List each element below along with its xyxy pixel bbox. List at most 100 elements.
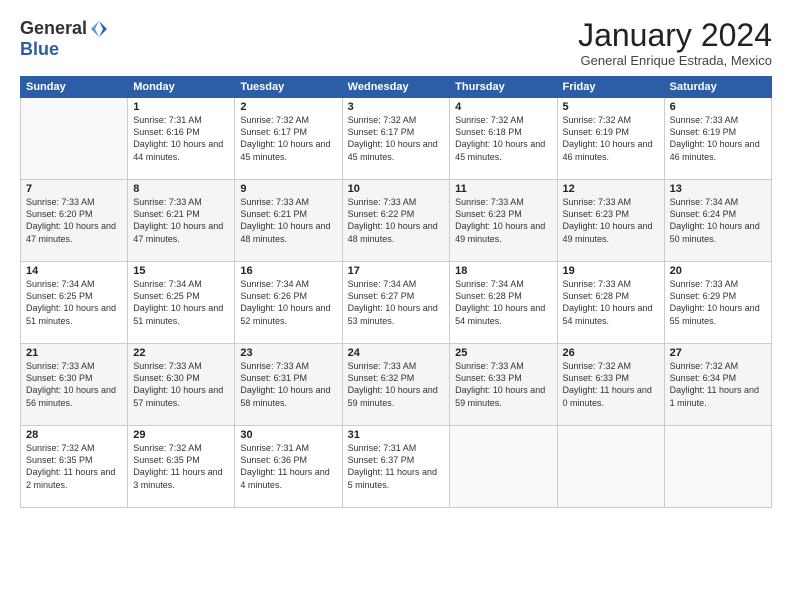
day-info: Sunrise: 7:34 AMSunset: 6:28 PMDaylight:…: [455, 278, 551, 327]
calendar-day-cell: 24Sunrise: 7:33 AMSunset: 6:32 PMDayligh…: [342, 344, 450, 426]
calendar-day-cell: 21Sunrise: 7:33 AMSunset: 6:30 PMDayligh…: [21, 344, 128, 426]
day-info: Sunrise: 7:33 AMSunset: 6:33 PMDaylight:…: [455, 360, 551, 409]
calendar-day-cell: 7Sunrise: 7:33 AMSunset: 6:20 PMDaylight…: [21, 180, 128, 262]
day-header: Tuesday: [235, 77, 342, 98]
day-number: 14: [26, 265, 122, 277]
day-info: Sunrise: 7:33 AMSunset: 6:31 PMDaylight:…: [240, 360, 336, 409]
calendar-day-cell: 28Sunrise: 7:32 AMSunset: 6:35 PMDayligh…: [21, 426, 128, 508]
day-number: 16: [240, 265, 336, 277]
day-number: 23: [240, 347, 336, 359]
calendar-day-cell: 5Sunrise: 7:32 AMSunset: 6:19 PMDaylight…: [557, 98, 664, 180]
day-number: 28: [26, 429, 122, 441]
header: General Blue January 2024 General Enriqu…: [20, 18, 772, 68]
calendar-day-cell: 25Sunrise: 7:33 AMSunset: 6:33 PMDayligh…: [450, 344, 557, 426]
day-number: 21: [26, 347, 122, 359]
day-number: 15: [133, 265, 229, 277]
calendar-day-cell: [21, 98, 128, 180]
day-number: 25: [455, 347, 551, 359]
day-number: 1: [133, 101, 229, 113]
day-header: Sunday: [21, 77, 128, 98]
calendar-week-row: 1Sunrise: 7:31 AMSunset: 6:16 PMDaylight…: [21, 98, 772, 180]
day-info: Sunrise: 7:32 AMSunset: 6:19 PMDaylight:…: [563, 114, 659, 163]
calendar-day-cell: 19Sunrise: 7:33 AMSunset: 6:28 PMDayligh…: [557, 262, 664, 344]
day-info: Sunrise: 7:33 AMSunset: 6:29 PMDaylight:…: [670, 278, 766, 327]
calendar-day-cell: 23Sunrise: 7:33 AMSunset: 6:31 PMDayligh…: [235, 344, 342, 426]
day-info: Sunrise: 7:34 AMSunset: 6:26 PMDaylight:…: [240, 278, 336, 327]
calendar-day-cell: 29Sunrise: 7:32 AMSunset: 6:35 PMDayligh…: [128, 426, 235, 508]
day-info: Sunrise: 7:31 AMSunset: 6:36 PMDaylight:…: [240, 442, 336, 491]
day-info: Sunrise: 7:33 AMSunset: 6:21 PMDaylight:…: [240, 196, 336, 245]
day-info: Sunrise: 7:32 AMSunset: 6:35 PMDaylight:…: [133, 442, 229, 491]
day-number: 17: [348, 265, 445, 277]
day-info: Sunrise: 7:31 AMSunset: 6:16 PMDaylight:…: [133, 114, 229, 163]
logo-general: General: [20, 18, 87, 39]
day-info: Sunrise: 7:33 AMSunset: 6:23 PMDaylight:…: [455, 196, 551, 245]
day-number: 31: [348, 429, 445, 441]
day-header: Monday: [128, 77, 235, 98]
calendar-day-cell: 20Sunrise: 7:33 AMSunset: 6:29 PMDayligh…: [664, 262, 771, 344]
day-number: 5: [563, 101, 659, 113]
day-info: Sunrise: 7:33 AMSunset: 6:22 PMDaylight:…: [348, 196, 445, 245]
day-info: Sunrise: 7:32 AMSunset: 6:18 PMDaylight:…: [455, 114, 551, 163]
logo: General Blue: [20, 18, 109, 60]
day-header: Saturday: [664, 77, 771, 98]
day-number: 18: [455, 265, 551, 277]
day-number: 20: [670, 265, 766, 277]
day-info: Sunrise: 7:33 AMSunset: 6:32 PMDaylight:…: [348, 360, 445, 409]
day-info: Sunrise: 7:34 AMSunset: 6:25 PMDaylight:…: [26, 278, 122, 327]
day-number: 26: [563, 347, 659, 359]
calendar-header-row: SundayMondayTuesdayWednesdayThursdayFrid…: [21, 77, 772, 98]
day-info: Sunrise: 7:32 AMSunset: 6:17 PMDaylight:…: [240, 114, 336, 163]
calendar-day-cell: [557, 426, 664, 508]
calendar-day-cell: 15Sunrise: 7:34 AMSunset: 6:25 PMDayligh…: [128, 262, 235, 344]
calendar-day-cell: 9Sunrise: 7:33 AMSunset: 6:21 PMDaylight…: [235, 180, 342, 262]
day-number: 30: [240, 429, 336, 441]
day-number: 2: [240, 101, 336, 113]
calendar-day-cell: 1Sunrise: 7:31 AMSunset: 6:16 PMDaylight…: [128, 98, 235, 180]
day-number: 19: [563, 265, 659, 277]
day-number: 29: [133, 429, 229, 441]
calendar-day-cell: 14Sunrise: 7:34 AMSunset: 6:25 PMDayligh…: [21, 262, 128, 344]
day-info: Sunrise: 7:34 AMSunset: 6:27 PMDaylight:…: [348, 278, 445, 327]
calendar-day-cell: [450, 426, 557, 508]
day-header: Friday: [557, 77, 664, 98]
day-number: 10: [348, 183, 445, 195]
calendar-day-cell: 18Sunrise: 7:34 AMSunset: 6:28 PMDayligh…: [450, 262, 557, 344]
day-info: Sunrise: 7:34 AMSunset: 6:25 PMDaylight:…: [133, 278, 229, 327]
day-info: Sunrise: 7:33 AMSunset: 6:30 PMDaylight:…: [133, 360, 229, 409]
calendar-day-cell: 16Sunrise: 7:34 AMSunset: 6:26 PMDayligh…: [235, 262, 342, 344]
day-number: 13: [670, 183, 766, 195]
calendar-day-cell: 8Sunrise: 7:33 AMSunset: 6:21 PMDaylight…: [128, 180, 235, 262]
day-number: 11: [455, 183, 551, 195]
calendar-week-row: 28Sunrise: 7:32 AMSunset: 6:35 PMDayligh…: [21, 426, 772, 508]
day-number: 9: [240, 183, 336, 195]
day-info: Sunrise: 7:32 AMSunset: 6:34 PMDaylight:…: [670, 360, 766, 409]
calendar-day-cell: 13Sunrise: 7:34 AMSunset: 6:24 PMDayligh…: [664, 180, 771, 262]
calendar-day-cell: 12Sunrise: 7:33 AMSunset: 6:23 PMDayligh…: [557, 180, 664, 262]
calendar-week-row: 7Sunrise: 7:33 AMSunset: 6:20 PMDaylight…: [21, 180, 772, 262]
day-number: 12: [563, 183, 659, 195]
calendar-day-cell: 26Sunrise: 7:32 AMSunset: 6:33 PMDayligh…: [557, 344, 664, 426]
day-number: 27: [670, 347, 766, 359]
day-header: Thursday: [450, 77, 557, 98]
calendar-day-cell: 4Sunrise: 7:32 AMSunset: 6:18 PMDaylight…: [450, 98, 557, 180]
calendar: SundayMondayTuesdayWednesdayThursdayFrid…: [20, 76, 772, 508]
day-info: Sunrise: 7:33 AMSunset: 6:30 PMDaylight:…: [26, 360, 122, 409]
day-info: Sunrise: 7:33 AMSunset: 6:20 PMDaylight:…: [26, 196, 122, 245]
calendar-day-cell: 31Sunrise: 7:31 AMSunset: 6:37 PMDayligh…: [342, 426, 450, 508]
calendar-day-cell: 27Sunrise: 7:32 AMSunset: 6:34 PMDayligh…: [664, 344, 771, 426]
location: General Enrique Estrada, Mexico: [578, 53, 772, 68]
calendar-week-row: 14Sunrise: 7:34 AMSunset: 6:25 PMDayligh…: [21, 262, 772, 344]
calendar-day-cell: 2Sunrise: 7:32 AMSunset: 6:17 PMDaylight…: [235, 98, 342, 180]
day-info: Sunrise: 7:32 AMSunset: 6:35 PMDaylight:…: [26, 442, 122, 491]
calendar-day-cell: 30Sunrise: 7:31 AMSunset: 6:36 PMDayligh…: [235, 426, 342, 508]
calendar-day-cell: [664, 426, 771, 508]
day-info: Sunrise: 7:32 AMSunset: 6:33 PMDaylight:…: [563, 360, 659, 409]
page: General Blue January 2024 General Enriqu…: [0, 0, 792, 612]
calendar-week-row: 21Sunrise: 7:33 AMSunset: 6:30 PMDayligh…: [21, 344, 772, 426]
day-info: Sunrise: 7:32 AMSunset: 6:17 PMDaylight:…: [348, 114, 445, 163]
calendar-day-cell: 17Sunrise: 7:34 AMSunset: 6:27 PMDayligh…: [342, 262, 450, 344]
day-info: Sunrise: 7:33 AMSunset: 6:28 PMDaylight:…: [563, 278, 659, 327]
day-number: 3: [348, 101, 445, 113]
day-info: Sunrise: 7:33 AMSunset: 6:23 PMDaylight:…: [563, 196, 659, 245]
